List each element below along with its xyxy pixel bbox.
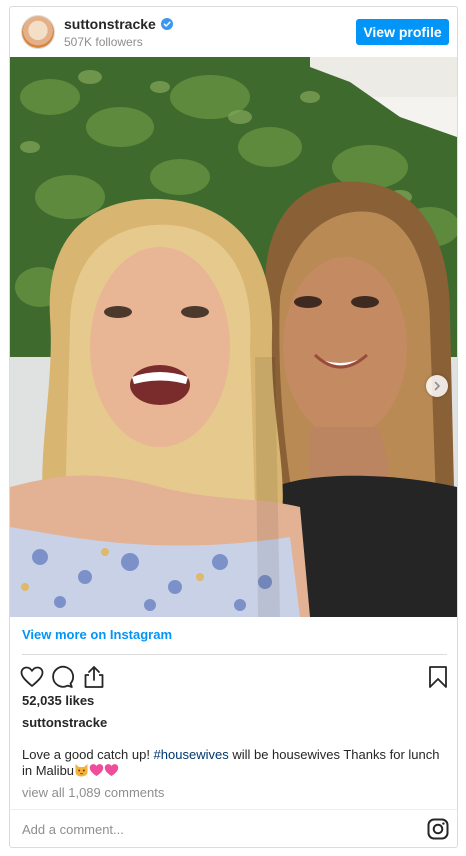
caption-text: Love a good catch up! <box>22 747 154 762</box>
save-button[interactable] <box>424 663 452 691</box>
post-header: suttonstracke 507K followers View profil… <box>10 7 457 57</box>
avatar[interactable] <box>22 16 54 48</box>
chevron-right-icon <box>434 381 441 391</box>
action-bar <box>10 659 457 695</box>
carousel-next-button[interactable] <box>426 375 448 397</box>
caption: Love a good catch up! #housewives will b… <box>22 747 446 779</box>
comment-icon <box>52 665 74 688</box>
instagram-logo-icon[interactable] <box>427 818 449 840</box>
add-comment-input[interactable] <box>22 820 402 838</box>
bookmark-icon <box>429 666 447 688</box>
share-icon <box>84 666 104 688</box>
username[interactable]: suttonstracke <box>64 16 156 32</box>
view-profile-button[interactable]: View profile <box>356 19 449 45</box>
post-owner-username[interactable]: suttonstracke <box>22 715 107 730</box>
divider <box>10 809 457 810</box>
like-count: 52,035 likes <box>22 693 95 708</box>
follower-count: 507K followers <box>64 35 143 49</box>
share-button[interactable] <box>80 663 108 691</box>
verified-badge-icon <box>160 18 173 30</box>
hashtag-link[interactable]: #housewives <box>154 747 229 762</box>
divider <box>22 654 447 655</box>
username-row: suttonstracke <box>64 16 173 32</box>
cat-face-emoji <box>75 764 88 777</box>
like-button[interactable] <box>18 663 46 691</box>
pink-heart-emoji <box>104 764 119 776</box>
post-photo[interactable] <box>10 57 457 617</box>
instagram-embed-card: suttonstracke 507K followers View profil… <box>9 6 458 848</box>
heart-icon <box>20 666 44 687</box>
comment-button[interactable] <box>48 663 76 691</box>
pink-heart-emoji <box>89 764 104 776</box>
view-all-comments-link[interactable]: view all 1,089 comments <box>22 785 164 800</box>
view-more-on-instagram-link[interactable]: View more on Instagram <box>22 627 172 642</box>
